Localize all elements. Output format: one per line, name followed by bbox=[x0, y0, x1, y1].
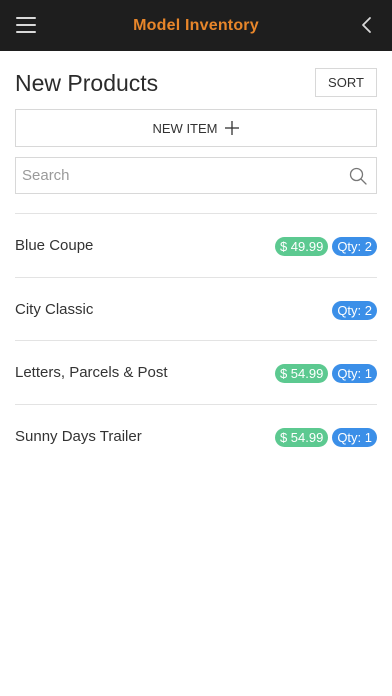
product-name: Letters, Parcels & Post bbox=[15, 364, 168, 381]
app-header: Model Inventory bbox=[0, 0, 392, 51]
list-item[interactable]: Sunny Days Trailer $ 54.99 Qty: 1 bbox=[15, 403, 377, 468]
page-title: New Products bbox=[15, 70, 159, 96]
product-badges: $ 49.99 Qty: 2 bbox=[274, 237, 377, 256]
product-badges: $ 54.99 Qty: 1 bbox=[274, 427, 377, 447]
product-badges: $ 54.99 Qty: 1 bbox=[274, 364, 377, 383]
page-header: New Products SORT bbox=[15, 68, 377, 100]
new-item-button[interactable]: NEW ITEM bbox=[15, 109, 377, 147]
plus-icon bbox=[224, 121, 239, 135]
list-item[interactable]: City Classic Qty: 2 bbox=[15, 276, 377, 341]
product-name: City Classic bbox=[15, 300, 94, 318]
price-badge: $ 54.99 bbox=[274, 364, 329, 383]
sort-button[interactable]: SORT bbox=[315, 68, 377, 97]
qty-badge: Qty: 1 bbox=[332, 364, 377, 383]
list-item[interactable]: Letters, Parcels & Post $ 54.99 Qty: 1 bbox=[15, 340, 377, 404]
app-title: Model Inventory bbox=[133, 16, 259, 34]
new-item-label: NEW ITEM bbox=[152, 120, 218, 136]
product-badges: Qty: 2 bbox=[332, 300, 377, 320]
price-badge: $ 54.99 bbox=[274, 427, 329, 447]
search-icon[interactable] bbox=[349, 167, 367, 185]
price-badge: $ 49.99 bbox=[274, 237, 329, 256]
qty-badge: Qty: 1 bbox=[332, 427, 377, 447]
search-input[interactable] bbox=[16, 158, 336, 193]
qty-badge: Qty: 2 bbox=[332, 237, 377, 256]
hamburger-menu-icon[interactable] bbox=[16, 17, 36, 33]
product-list: Blue Coupe $ 49.99 Qty: 2 City Classic Q… bbox=[15, 213, 377, 467]
product-name: Blue Coupe bbox=[15, 237, 94, 254]
product-name: Sunny Days Trailer bbox=[15, 427, 142, 445]
qty-badge: Qty: 2 bbox=[332, 300, 377, 320]
list-item[interactable]: Blue Coupe $ 49.99 Qty: 2 bbox=[15, 213, 377, 277]
chevron-left-icon[interactable] bbox=[360, 15, 374, 35]
search-bar bbox=[15, 157, 377, 194]
